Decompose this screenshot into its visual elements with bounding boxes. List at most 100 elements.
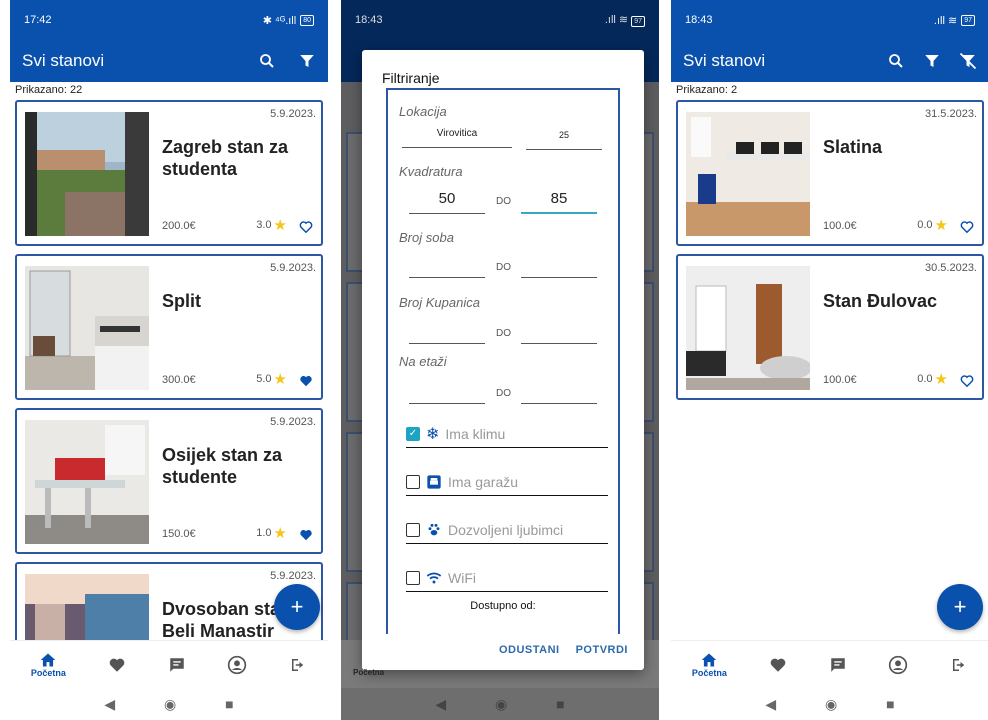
- checkbox-unchecked-icon: [406, 570, 420, 585]
- listing-card[interactable]: 5.9.2023. Osijek stan za studente 150.0€…: [15, 408, 323, 554]
- heart-outline-icon[interactable]: [960, 374, 974, 388]
- filter-dialog: Filtriranje Lokacija Virovitica 25 Kvadr…: [362, 50, 644, 670]
- bathrooms-min-input[interactable]: [409, 324, 485, 344]
- recents-icon[interactable]: ■: [886, 696, 894, 712]
- home-icon: [702, 652, 717, 667]
- listing-card[interactable]: 30.5.2023. Stan Đulovac 100.0€ 0.0 ★: [676, 254, 984, 400]
- radius-input[interactable]: 25: [526, 130, 602, 150]
- checkbox-pets[interactable]: Dozvoljeni ljubimci: [406, 516, 608, 544]
- wifi-icon: [426, 572, 442, 583]
- nav-profile-icon[interactable]: [227, 655, 247, 675]
- home-circle-icon[interactable]: ◉: [164, 696, 176, 713]
- recents-icon[interactable]: ■: [556, 696, 564, 712]
- nav-logout-icon[interactable]: [950, 656, 968, 674]
- area-min-input[interactable]: 50: [409, 190, 485, 214]
- listing-title: Zagreb stan za studenta: [162, 137, 289, 179]
- status-bar: 17:42 ✱ ⁴ᴳ.ıll 80: [10, 0, 328, 40]
- garage-icon: [427, 474, 441, 489]
- checkbox-checked-icon: ✓: [406, 426, 420, 441]
- location-label: Lokacija: [399, 104, 447, 119]
- listing-rating: 0.0 ★: [917, 216, 948, 234]
- checkbox-garage[interactable]: Ima garažu: [406, 468, 608, 496]
- listing-date: 5.9.2023.: [270, 108, 316, 120]
- listing-price: 100.0€: [823, 220, 857, 232]
- listing-date: 5.9.2023.: [270, 570, 316, 582]
- bathrooms-max-input[interactable]: [521, 324, 597, 344]
- listing-rating: 1.0 ★: [256, 524, 287, 542]
- filter-icon[interactable]: [298, 52, 316, 70]
- listing-rating: 0.0 ★: [917, 370, 948, 388]
- nav-home-label: Početna: [691, 667, 727, 678]
- heart-outline-icon[interactable]: [960, 220, 974, 234]
- back-icon[interactable]: ◀: [104, 696, 115, 713]
- nav-profile-icon[interactable]: [888, 655, 908, 675]
- floor-min-input[interactable]: [409, 384, 485, 404]
- recents-icon[interactable]: ■: [225, 696, 233, 712]
- listing-title: Split: [162, 291, 201, 311]
- signal-icon: .ıll ≋: [604, 14, 629, 26]
- area-max-input[interactable]: 85: [521, 190, 597, 214]
- do-label: DO: [496, 262, 511, 273]
- floor-max-input[interactable]: [521, 384, 597, 404]
- system-nav: ◀ ◉ ■: [10, 688, 328, 720]
- listing-card[interactable]: 5.9.2023. Zagreb stan za studenta 200.0€…: [15, 100, 323, 246]
- star-icon: ★: [934, 371, 948, 388]
- checkbox-label: Ima klimu: [445, 425, 506, 442]
- add-listing-button[interactable]: +: [937, 584, 983, 630]
- listing-card[interactable]: 31.5.2023. Slatina 100.0€ 0.0 ★: [676, 100, 984, 246]
- listing-date: 5.9.2023.: [270, 262, 316, 274]
- heart-filled-icon[interactable]: [299, 374, 313, 388]
- nav-favorites-heart-icon[interactable]: [769, 656, 787, 674]
- home-icon: [41, 652, 56, 667]
- checkbox-wifi[interactable]: WiFi: [406, 564, 608, 592]
- nav-messages-icon[interactable]: [168, 656, 186, 674]
- nav-messages-icon[interactable]: [829, 656, 847, 674]
- add-listing-button[interactable]: +: [274, 584, 320, 630]
- filter-form: Lokacija Virovitica 25 Kvadratura 50 DO …: [386, 88, 620, 634]
- nav-home-label-dimmed: Početna: [353, 668, 385, 677]
- heart-outline-icon[interactable]: [299, 220, 313, 234]
- search-icon[interactable]: [258, 52, 276, 70]
- battery-icon: 97: [961, 14, 975, 26]
- nav-favorites-heart-icon[interactable]: [108, 656, 126, 674]
- listing-photo: [25, 112, 149, 236]
- listing-price: 200.0€: [162, 220, 196, 232]
- listing-price: 100.0€: [823, 374, 857, 386]
- battery-icon: 97: [631, 16, 645, 27]
- nav-home[interactable]: Početna: [692, 652, 727, 678]
- filter-icon[interactable]: [923, 52, 941, 70]
- cancel-button[interactable]: ODUSTANI: [499, 644, 560, 656]
- listing-card[interactable]: 5.9.2023. Split 300.0€ 5.0 ★: [15, 254, 323, 400]
- search-icon[interactable]: [887, 52, 905, 70]
- home-circle-icon[interactable]: ◉: [825, 696, 837, 713]
- results-count: Prikazano: 2: [676, 84, 738, 96]
- rating-value: 1.0: [256, 527, 272, 539]
- bottom-nav: Početna: [10, 640, 328, 688]
- app-bar: Svi stanovi: [10, 40, 328, 82]
- star-icon: ★: [273, 217, 287, 234]
- checkbox-label: WiFi: [448, 569, 476, 586]
- status-bar: 18:43 .ıll ≋ 97: [341, 0, 659, 40]
- snowflake-icon: ❄: [426, 425, 440, 443]
- star-icon: ★: [273, 371, 287, 388]
- location-input[interactable]: Virovitica: [402, 128, 512, 148]
- heart-filled-icon[interactable]: [299, 528, 313, 542]
- page-title: Svi stanovi: [22, 51, 105, 70]
- back-icon[interactable]: ◀: [765, 696, 776, 713]
- listing-price: 300.0€: [162, 374, 196, 386]
- rooms-min-input[interactable]: [409, 258, 485, 278]
- checkbox-air-conditioning[interactable]: ✓ ❄ Ima klimu: [406, 420, 608, 448]
- available-from-label: Dostupno od:: [470, 600, 536, 612]
- back-icon[interactable]: ◀: [435, 696, 446, 713]
- rooms-max-input[interactable]: [521, 258, 597, 278]
- listing-date: 31.5.2023.: [925, 108, 977, 120]
- clear-filter-icon[interactable]: [959, 52, 977, 70]
- nav-home[interactable]: Početna: [31, 652, 66, 678]
- listing-date: 5.9.2023.: [270, 416, 316, 428]
- checkbox-unchecked-icon: [406, 474, 420, 489]
- home-circle-icon[interactable]: ◉: [495, 696, 507, 713]
- app-bar: Svi stanovi: [671, 40, 988, 82]
- confirm-button[interactable]: POTVRDI: [576, 644, 628, 656]
- nav-logout-icon[interactable]: [289, 656, 307, 674]
- status-bar: 18:43 .ıll ≋ 97: [671, 0, 988, 40]
